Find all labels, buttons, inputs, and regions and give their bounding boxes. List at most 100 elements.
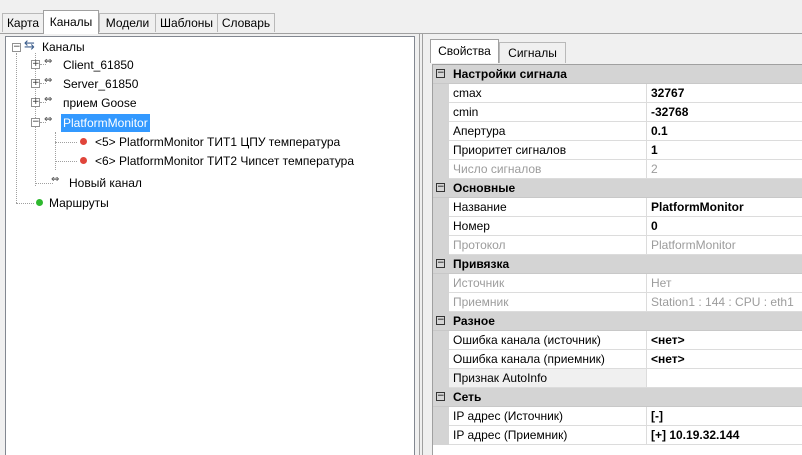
property-row[interactable]: Ошибка канала (приемник) <нет> <box>433 350 802 369</box>
row-gutter <box>433 350 449 369</box>
tab-models[interactable]: Модели <box>99 13 156 32</box>
row-gutter <box>433 407 449 426</box>
tree-item-signal-5[interactable]: <5> PlatformMonitor ТИТ1 ЦПУ температура <box>95 133 340 151</box>
collapse-toggle[interactable]: − <box>436 316 445 325</box>
collapse-toggle[interactable]: − <box>436 183 445 192</box>
property-row[interactable]: Номер 0 <box>433 217 802 236</box>
properties-panel: Свойства Сигналы − Настройки сигнала cma… <box>427 34 802 455</box>
row-gutter <box>433 369 449 388</box>
collapse-toggle[interactable]: − <box>31 118 40 127</box>
property-name: Число сигналов <box>449 160 647 179</box>
row-gutter <box>433 236 449 255</box>
category-label: Основные <box>453 181 516 195</box>
tab-templates[interactable]: Шаблоны <box>155 13 218 32</box>
property-row[interactable]: cmax 32767 <box>433 84 802 103</box>
category-basic[interactable]: − Основные <box>433 179 802 198</box>
row-gutter <box>433 122 449 141</box>
main-tab-bar: Карта Каналы Модели Шаблоны Словарь <box>0 0 802 34</box>
property-value[interactable]: 0.1 <box>647 122 802 141</box>
property-value: PlatformMonitor <box>647 236 802 255</box>
property-value: Station1 : 144 : CPU : eth1 <box>647 293 802 312</box>
tree-item-channels-root[interactable]: Каналы <box>42 38 85 56</box>
channel-icon: ⇔ <box>44 94 53 105</box>
property-row: Приемник Station1 : 144 : CPU : eth1 <box>433 293 802 312</box>
property-row[interactable]: cmin -32768 <box>433 103 802 122</box>
collapse-toggle[interactable]: − <box>436 392 445 401</box>
property-row: Число сигналов 2 <box>433 160 802 179</box>
property-row[interactable]: Приоритет сигналов 1 <box>433 141 802 160</box>
property-name: Ошибка канала (приемник) <box>449 350 647 369</box>
splitter-line <box>422 34 423 455</box>
property-name: Название <box>449 198 647 217</box>
property-row[interactable]: Апертура 0.1 <box>433 122 802 141</box>
tree-connector <box>55 132 56 170</box>
tree-item-signal-6[interactable]: <6> PlatformMonitor ТИТ2 Чипсет температ… <box>95 152 354 170</box>
category-network[interactable]: − Сеть <box>433 388 802 407</box>
tree-connector <box>55 161 77 162</box>
property-row[interactable]: IP адрес (Источник) [-] <box>433 407 802 426</box>
signal-status-icon <box>80 157 87 164</box>
property-name: Номер <box>449 217 647 236</box>
property-row: Протокол PlatformMonitor <box>433 236 802 255</box>
property-value[interactable] <box>647 369 802 388</box>
row-gutter <box>433 217 449 236</box>
property-value[interactable]: [+] 10.19.32.144 <box>647 426 802 445</box>
tree-item-new-channel[interactable]: Новый канал <box>69 174 142 192</box>
row-gutter <box>433 84 449 103</box>
property-row[interactable]: Ошибка канала (источник) <нет> <box>433 331 802 350</box>
property-value[interactable]: 32767 <box>647 84 802 103</box>
channel-icon: ⇔ <box>44 75 53 86</box>
property-row[interactable]: IP адрес (Приемник) [+] 10.19.32.144 <box>433 426 802 445</box>
property-value[interactable]: -32768 <box>647 103 802 122</box>
category-label: Настройки сигнала <box>453 67 567 81</box>
property-name: Признак AutoInfo <box>449 369 647 388</box>
tree-connector <box>16 203 34 204</box>
tab-map[interactable]: Карта <box>2 13 44 32</box>
tab-dictionary[interactable]: Словарь <box>217 13 275 32</box>
expand-toggle[interactable]: + <box>31 98 40 107</box>
tree-item-server-61850[interactable]: Server_61850 <box>63 75 138 93</box>
tab-properties[interactable]: Свойства <box>430 39 499 63</box>
property-name: IP адрес (Источник) <box>449 407 647 426</box>
tree-item-client-61850[interactable]: Client_61850 <box>63 56 134 74</box>
row-gutter <box>433 293 449 312</box>
property-value[interactable]: <нет> <box>647 331 802 350</box>
property-value[interactable]: 0 <box>647 217 802 236</box>
property-value: Нет <box>647 274 802 293</box>
row-gutter <box>433 160 449 179</box>
category-binding[interactable]: − Привязка <box>433 255 802 274</box>
channel-icon: ⇔ <box>51 174 60 185</box>
property-name: Приоритет сигналов <box>449 141 647 160</box>
category-misc[interactable]: − Разное <box>433 312 802 331</box>
expand-toggle[interactable]: + <box>31 79 40 88</box>
row-gutter <box>433 103 449 122</box>
tree-item-routes[interactable]: Маршруты <box>49 194 109 212</box>
row-gutter <box>433 274 449 293</box>
collapse-toggle[interactable]: − <box>436 259 445 268</box>
property-name: Источник <box>449 274 647 293</box>
tree-item-goose[interactable]: прием Goose <box>63 94 137 112</box>
collapse-toggle[interactable]: − <box>12 43 21 52</box>
property-value[interactable]: PlatformMonitor <box>647 198 802 217</box>
property-value[interactable]: <нет> <box>647 350 802 369</box>
property-grid[interactable]: − Настройки сигнала cmax 32767 cmin -327… <box>432 64 802 455</box>
row-gutter <box>433 198 449 217</box>
tab-signals[interactable]: Сигналы <box>499 42 566 63</box>
property-value[interactable]: [-] <box>647 407 802 426</box>
channel-tree[interactable]: − ⇆ Каналы + ⇔ Client_61850 + ⇔ Server_6… <box>5 36 415 455</box>
signal-status-icon <box>80 138 87 145</box>
routes-icon <box>36 199 43 206</box>
channel-icon: ⇔ <box>44 56 53 67</box>
property-value[interactable]: 1 <box>647 141 802 160</box>
splitter-line <box>419 34 420 455</box>
tree-connector <box>55 142 77 143</box>
expand-toggle[interactable]: + <box>31 60 40 69</box>
property-row: Источник Нет <box>433 274 802 293</box>
tree-item-platformmonitor[interactable]: PlatformMonitor <box>61 114 150 132</box>
property-row[interactable]: Название PlatformMonitor <box>433 198 802 217</box>
category-signal-settings[interactable]: − Настройки сигнала <box>433 65 802 84</box>
panel-splitter[interactable] <box>415 34 427 455</box>
tab-channels[interactable]: Каналы <box>43 10 99 34</box>
collapse-toggle[interactable]: − <box>436 69 445 78</box>
property-row[interactable]: Признак AutoInfo <box>433 369 802 388</box>
